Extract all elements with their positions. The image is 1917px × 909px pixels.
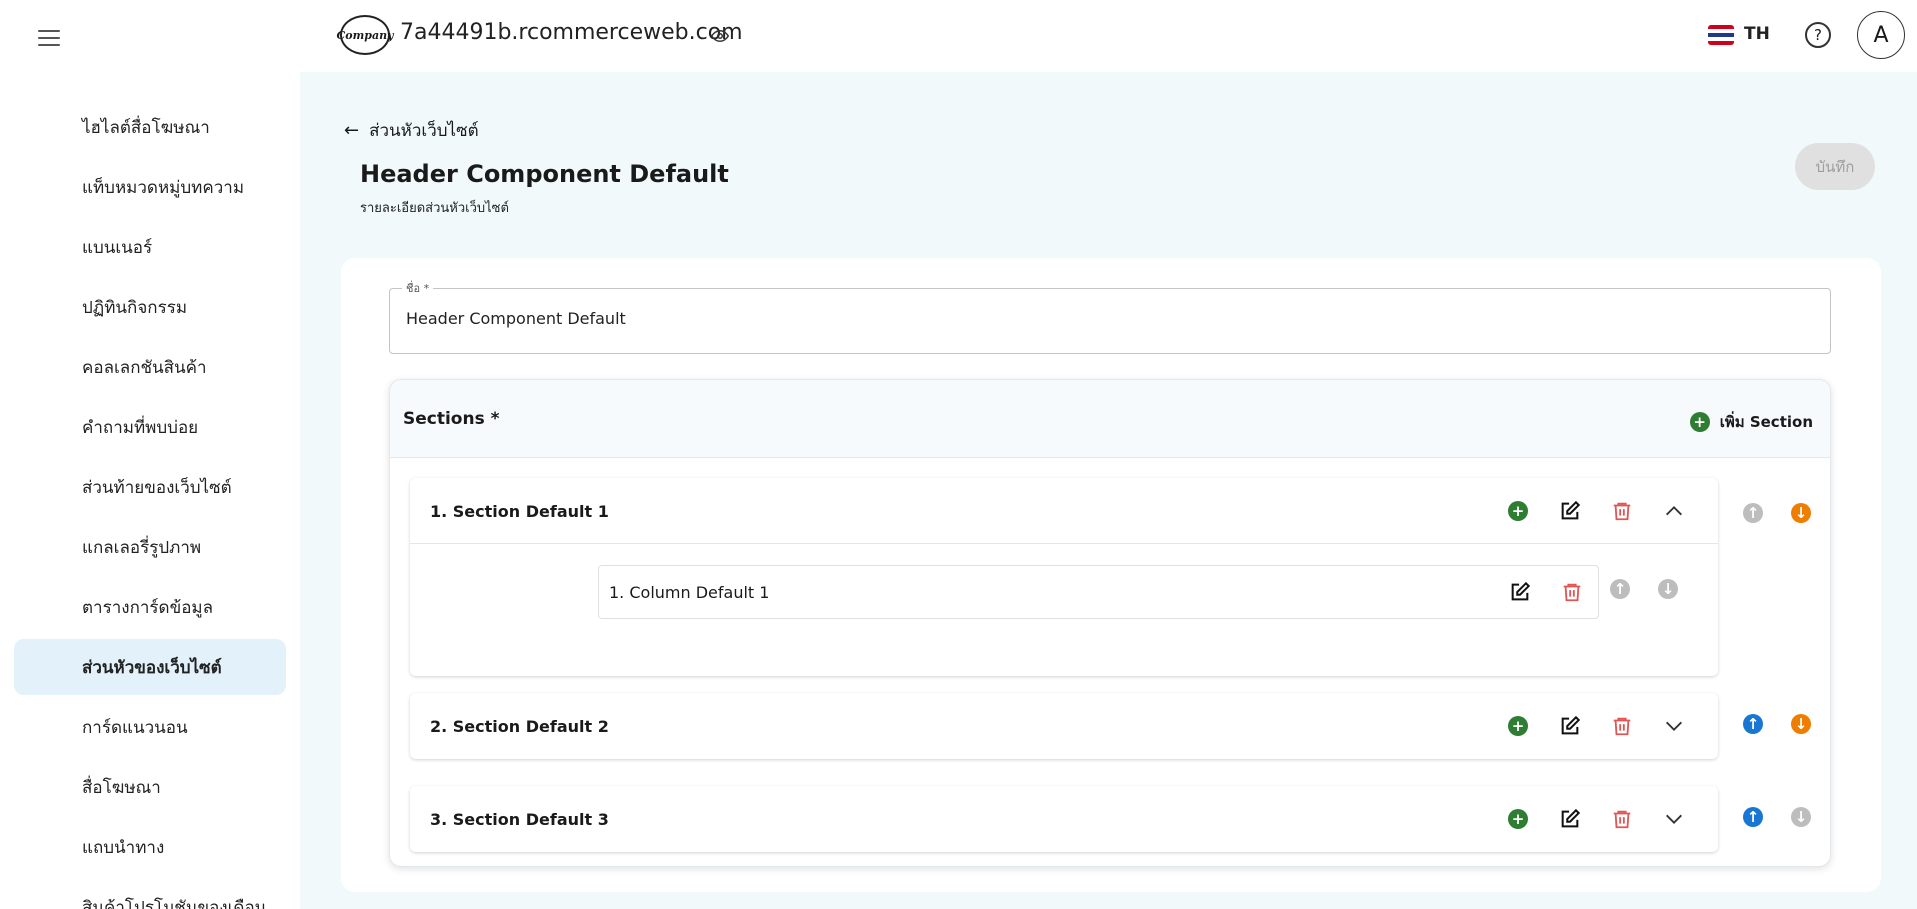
edit-icon (1511, 581, 1531, 601)
move-section-down-icon[interactable]: ↓ (1791, 503, 1811, 523)
trash-icon (1613, 810, 1631, 829)
sidebar-item-website-header[interactable]: ส่วนหัวของเว็บไซต์ (14, 639, 286, 695)
section-label: 3. Section Default 3 (430, 810, 609, 829)
section-columns: 1. Column Default 1 ↑ ↓ (410, 544, 1718, 644)
trash-icon (1563, 583, 1581, 602)
delete-column-button[interactable] (1546, 580, 1598, 604)
move-section-up-icon[interactable]: ↑ (1743, 503, 1763, 523)
sidebar-item-monthly-promotion[interactable]: สินค้าโปรโมชันของเดือน (14, 879, 286, 909)
section-header[interactable]: 3. Section Default 3 + (410, 786, 1718, 852)
delete-section-button[interactable] (1596, 499, 1648, 523)
edit-icon (1561, 808, 1581, 828)
edit-section-button[interactable] (1544, 499, 1596, 523)
thai-flag-icon[interactable] (1708, 25, 1734, 45)
move-section-down-icon[interactable]: ↓ (1791, 714, 1811, 734)
site-url: 7a44491b.rcommerceweb.com (400, 20, 743, 45)
sidebar-item-info-card-grid[interactable]: ตารางการ์ดข้อมูล (14, 579, 286, 635)
form-card: ชื่อ * Sections * + เพิ่ม Section 1. Sec… (341, 258, 1881, 892)
sidebar-nav: ไฮไลต์สื่อโฆษณา แท็บหมวดหมู่บทความ แบนเน… (14, 99, 286, 909)
expand-section-button[interactable] (1648, 714, 1700, 738)
add-column-button[interactable]: + (1492, 499, 1544, 523)
avatar[interactable]: A (1857, 11, 1905, 59)
sidebar-item-media-highlight[interactable]: ไฮไลต์สื่อโฆษณา (14, 99, 286, 155)
arrow-left-icon: ← (344, 120, 360, 141)
delete-section-button[interactable] (1596, 714, 1648, 738)
column-label: 1. Column Default 1 (609, 583, 770, 602)
add-section-label: เพิ่ม Section (1719, 413, 1813, 431)
sidebar-item-product-collection[interactable]: คอลเลกชันสินค้า (14, 339, 286, 395)
sidebar-item-website-footer[interactable]: ส่วนท้ายของเว็บไซต์ (14, 459, 286, 515)
sidebar-item-navigation-bar[interactable]: แถบนำทาง (14, 819, 286, 875)
collapse-section-button[interactable] (1648, 499, 1700, 523)
chevron-up-icon (1666, 506, 1682, 516)
add-section-button[interactable]: + เพิ่ม Section (1689, 410, 1813, 434)
trash-icon (1613, 502, 1631, 521)
move-column-down-icon[interactable]: ↓ (1658, 579, 1678, 599)
move-section-up-icon[interactable]: ↑ (1743, 807, 1763, 827)
add-column-button[interactable]: + (1492, 807, 1544, 831)
plus-circle-icon: + (1508, 716, 1528, 736)
eye-icon[interactable] (711, 27, 729, 45)
section-label: 1. Section Default 1 (430, 502, 609, 521)
plus-circle-icon: + (1689, 412, 1710, 432)
sidebar-item-banner[interactable]: แบนเนอร์ (14, 219, 286, 275)
back-label: ส่วนหัวเว็บไซต์ (369, 121, 479, 141)
section-header[interactable]: 1. Section Default 1 + (410, 478, 1718, 544)
edit-column-button[interactable] (1494, 580, 1546, 604)
move-section-up-icon[interactable]: ↑ (1743, 714, 1763, 734)
page-title: Header Component Default (360, 160, 729, 188)
sections-title: Sections * (403, 409, 500, 429)
section-header[interactable]: 2. Section Default 2 + (410, 693, 1718, 759)
edit-section-button[interactable] (1544, 807, 1596, 831)
edit-section-button[interactable] (1544, 714, 1596, 738)
section-item: 3. Section Default 3 + (410, 786, 1718, 852)
sidebar-item-faq[interactable]: คำถามที่พบบ่อย (14, 399, 286, 455)
top-bar: Company 7a44491b.rcommerceweb.com TH ? A (300, 0, 1917, 72)
name-input[interactable] (406, 309, 1806, 328)
move-section-down-icon[interactable]: ↓ (1791, 807, 1811, 827)
edit-icon (1561, 500, 1581, 520)
name-field: ชื่อ * (389, 279, 1831, 354)
move-column-up-icon[interactable]: ↑ (1610, 579, 1630, 599)
trash-icon (1613, 717, 1631, 736)
company-logo: Company (337, 15, 393, 55)
section-label: 2. Section Default 2 (430, 717, 609, 736)
sidebar: ไฮไลต์สื่อโฆษณา แท็บหมวดหมู่บทความ แบนเน… (0, 0, 300, 909)
chevron-down-icon (1666, 814, 1682, 824)
expand-section-button[interactable] (1648, 807, 1700, 831)
sidebar-item-media[interactable]: สื่อโฆษณา (14, 759, 286, 815)
menu-icon[interactable] (38, 30, 60, 46)
back-link[interactable]: ← ส่วนหัวเว็บไซต์ (344, 117, 479, 144)
sidebar-item-article-category-tabs[interactable]: แท็บหมวดหมู่บทความ (14, 159, 286, 215)
sections-panel: Sections * + เพิ่ม Section 1. Section De… (389, 379, 1831, 867)
chevron-down-icon (1666, 721, 1682, 731)
delete-section-button[interactable] (1596, 807, 1648, 831)
sections-header: Sections * + เพิ่ม Section (390, 380, 1830, 458)
column-item: 1. Column Default 1 (598, 565, 1599, 619)
help-icon[interactable]: ? (1805, 22, 1831, 48)
plus-circle-icon: + (1508, 501, 1528, 521)
sidebar-item-image-gallery[interactable]: แกลเลอรี่รูปภาพ (14, 519, 286, 575)
sidebar-item-horizontal-card[interactable]: การ์ดแนวนอน (14, 699, 286, 755)
save-button[interactable]: บันทึก (1795, 143, 1875, 190)
section-item: 2. Section Default 2 + (410, 693, 1718, 759)
section-item: 1. Section Default 1 + 1. Column Default… (410, 478, 1718, 676)
add-column-button[interactable]: + (1492, 714, 1544, 738)
name-field-label: ชื่อ * (402, 279, 434, 297)
page-subtitle: รายละเอียดส่วนหัวเว็บไซต์ (360, 201, 509, 216)
edit-icon (1561, 715, 1581, 735)
plus-circle-icon: + (1508, 809, 1528, 829)
language-selector[interactable]: TH (1744, 24, 1770, 44)
sidebar-item-event-calendar[interactable]: ปฏิทินกิจกรรม (14, 279, 286, 335)
